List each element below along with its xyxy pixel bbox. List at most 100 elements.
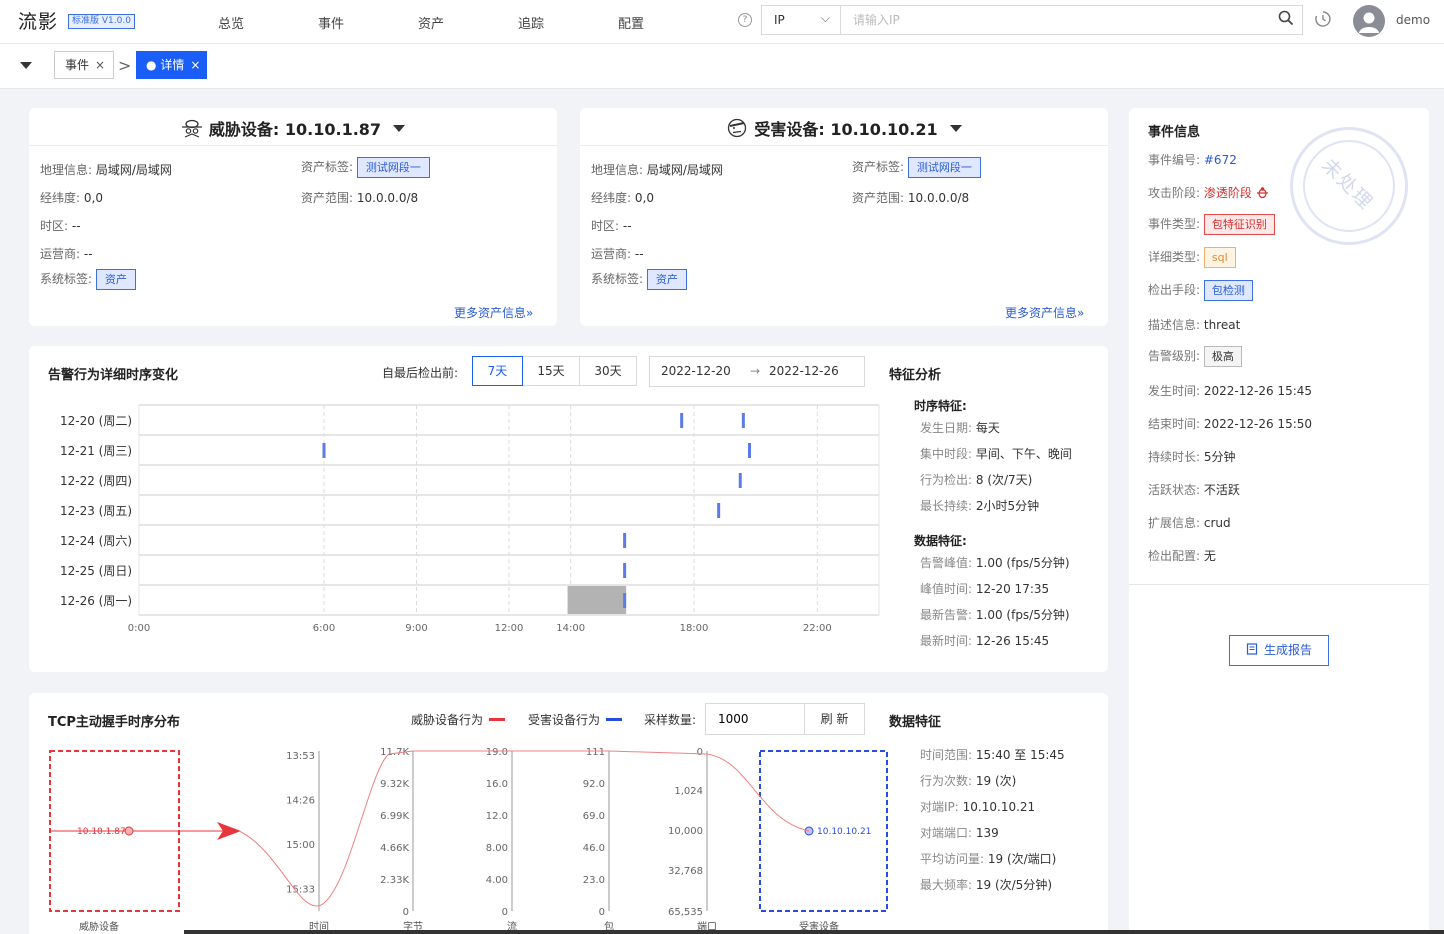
chevron-right-icon: >	[118, 56, 132, 75]
data-point	[623, 593, 627, 608]
axis-tick-label: 1,024	[674, 786, 703, 797]
tab-menu-toggle-icon[interactable]	[20, 62, 32, 69]
victim-device-title[interactable]: 受害设备: 10.10.10.21	[726, 116, 962, 140]
horizontal-scrollbar[interactable]	[184, 930, 1444, 934]
tab-details[interactable]: ● 详情 ×	[136, 51, 207, 79]
event-type-tag: 包特征识别	[1203, 214, 1275, 235]
since-label: 自最后检出前:	[382, 366, 459, 380]
generate-report-button[interactable]: 生成报告	[1229, 635, 1329, 666]
timezone-field: 时区: --	[40, 219, 81, 233]
legend-victim[interactable]: 受害设备行为	[528, 711, 623, 728]
help-icon[interactable]: ?	[738, 13, 752, 27]
user-avatar[interactable]	[1353, 5, 1385, 37]
range-7d-button[interactable]: 7天	[472, 356, 523, 386]
nav-assets[interactable]: 资产	[418, 13, 444, 32]
legend-threat[interactable]: 威胁设备行为	[411, 711, 506, 728]
threat-device-title[interactable]: 威胁设备: 10.10.1.87	[181, 116, 406, 140]
alert-level-tag: 极高	[1203, 346, 1242, 367]
close-icon[interactable]: ×	[95, 58, 105, 72]
history-icon[interactable]	[1314, 10, 1332, 28]
data-point	[741, 413, 745, 428]
latest-time-field: 最新时间: 12-26 15:45	[920, 634, 1050, 648]
tab-events[interactable]: 事件 ×	[54, 51, 114, 79]
active-status-field: 活跃状态: 不活跃	[1148, 483, 1240, 497]
y-tick-label: 12-20 (周二)	[60, 414, 132, 428]
timeline-title: 告警行为详细时序变化	[48, 368, 179, 383]
ip-search-input[interactable]	[840, 5, 1303, 35]
seq-duration-field: 最长持续: 2小时5分钟	[920, 499, 1040, 513]
asset-tag-field: 资产标签: 测试网段一	[301, 157, 430, 178]
asset-range-field: 资产范围: 10.0.0.0/8	[852, 191, 970, 205]
description-field: 描述信息: threat	[1148, 318, 1241, 332]
axis-tick-label: 6.99K	[380, 811, 409, 822]
tcp-count-field: 行为次数: 19 (次)	[920, 774, 1017, 788]
more-asset-info-link[interactable]: 更多资产信息»	[1005, 304, 1084, 321]
legend-victim-swatch	[606, 718, 623, 721]
threat-device-header: 威胁设备: 10.10.1.87	[29, 108, 557, 146]
tab-events-label: 事件	[65, 58, 90, 72]
caret-down-icon[interactable]	[949, 125, 962, 132]
search-icon[interactable]	[1278, 10, 1294, 26]
more-asset-info-link[interactable]: 更多资产信息»	[454, 304, 533, 321]
username[interactable]: demo	[1396, 13, 1430, 27]
axis-tick-label: 9.32K	[380, 779, 409, 790]
search-type-select[interactable]: IP ⌵	[761, 5, 841, 35]
victim-face-icon	[728, 118, 747, 138]
x-tick-label: 22:00	[803, 623, 832, 634]
caret-down-icon[interactable]	[393, 125, 406, 132]
axis-tick-label: 65,535	[668, 907, 703, 918]
event-id-link[interactable]: #672	[1204, 153, 1237, 167]
date-from: 2022-12-20	[661, 364, 731, 378]
nav-tracking[interactable]: 追踪	[518, 13, 544, 32]
detect-method-field: 检出手段: 包检测	[1148, 280, 1253, 301]
range-30d-button[interactable]: 30天	[579, 356, 637, 386]
range-15d-button[interactable]: 15天	[522, 356, 580, 386]
geo-field: 地理信息: 局域网/局域网	[40, 163, 172, 177]
axis-tick-label: 16.0	[486, 779, 508, 790]
asset-tag: 测试网段一	[356, 157, 430, 178]
extension-field: 扩展信息: crud	[1148, 516, 1231, 530]
axis-tick-label: 46.0	[583, 843, 605, 854]
axis-tick-label: 0	[599, 907, 605, 918]
system-tag: 资产	[646, 269, 687, 290]
date-range-picker[interactable]: 2022-12-20 → 2022-12-26	[649, 356, 865, 387]
active-dot-icon: ●	[146, 58, 157, 72]
axis-tick-label: 0	[502, 907, 508, 918]
data-point	[322, 443, 326, 458]
sample-count-input[interactable]	[705, 703, 805, 735]
y-tick-label: 12-25 (周日)	[60, 564, 132, 578]
seq-date-field: 发生日期: 每天	[920, 421, 1000, 435]
attack-stage-field: 攻击阶段: 渗透阶段	[1148, 184, 1269, 201]
peak-time-field: 峰值时间: 12-20 17:35	[920, 582, 1050, 596]
data-point	[680, 413, 684, 428]
tcp-peer-port-field: 对端端口: 139	[920, 826, 999, 840]
tcp-title: TCP主动握手时序分布	[48, 715, 180, 730]
axis-tick-label: 111	[586, 747, 605, 758]
x-tick-label: 0:00	[128, 623, 150, 634]
nav-config[interactable]: 配置	[618, 13, 644, 32]
axis-tick-label: 0	[697, 747, 703, 758]
timeline-chart: 0:00 6:00 9:00 12:00 14:00 18:00 22:00 12-20 (周…	[60, 404, 880, 634]
x-tick-label: 6:00	[313, 623, 335, 634]
y-tick-label: 12-21 (周三)	[60, 444, 132, 458]
tab-bar: 事件 × > ● 详情 ×	[0, 44, 1444, 89]
bug-icon	[1256, 187, 1268, 199]
peak-field: 告警峰值: 1.00 (fps/5分钟)	[920, 556, 1070, 570]
tcp-range-field: 时间范围: 15:40 至 15:45	[920, 748, 1065, 762]
axis-tick-label: 13:53	[286, 751, 315, 762]
date-to: 2022-12-26	[769, 364, 839, 378]
asset-tag: 测试网段一	[907, 157, 981, 178]
feature-analysis-title: 特征分析	[889, 368, 942, 383]
geo-field: 地理信息: 局域网/局域网	[591, 163, 723, 177]
y-tick-label: 12-24 (周六)	[60, 534, 132, 548]
nav-events[interactable]: 事件	[318, 13, 344, 32]
refresh-button[interactable]: 刷 新	[804, 703, 865, 735]
close-icon[interactable]: ×	[190, 58, 200, 72]
hacker-icon	[181, 119, 202, 138]
latest-alert-field: 最新告警: 1.00 (fps/5分钟)	[920, 608, 1070, 622]
nav-overview[interactable]: 总览	[218, 13, 244, 32]
version-badge: 标准版 V1.0.0	[68, 14, 135, 29]
top-bar: 流影 标准版 V1.0.0 总览 事件 资产 追踪 配置 ? IP ⌵ demo	[0, 0, 1444, 44]
app-logo[interactable]: 流影	[18, 7, 58, 34]
threat-device-title-text: 威胁设备: 10.10.1.87	[208, 120, 382, 139]
